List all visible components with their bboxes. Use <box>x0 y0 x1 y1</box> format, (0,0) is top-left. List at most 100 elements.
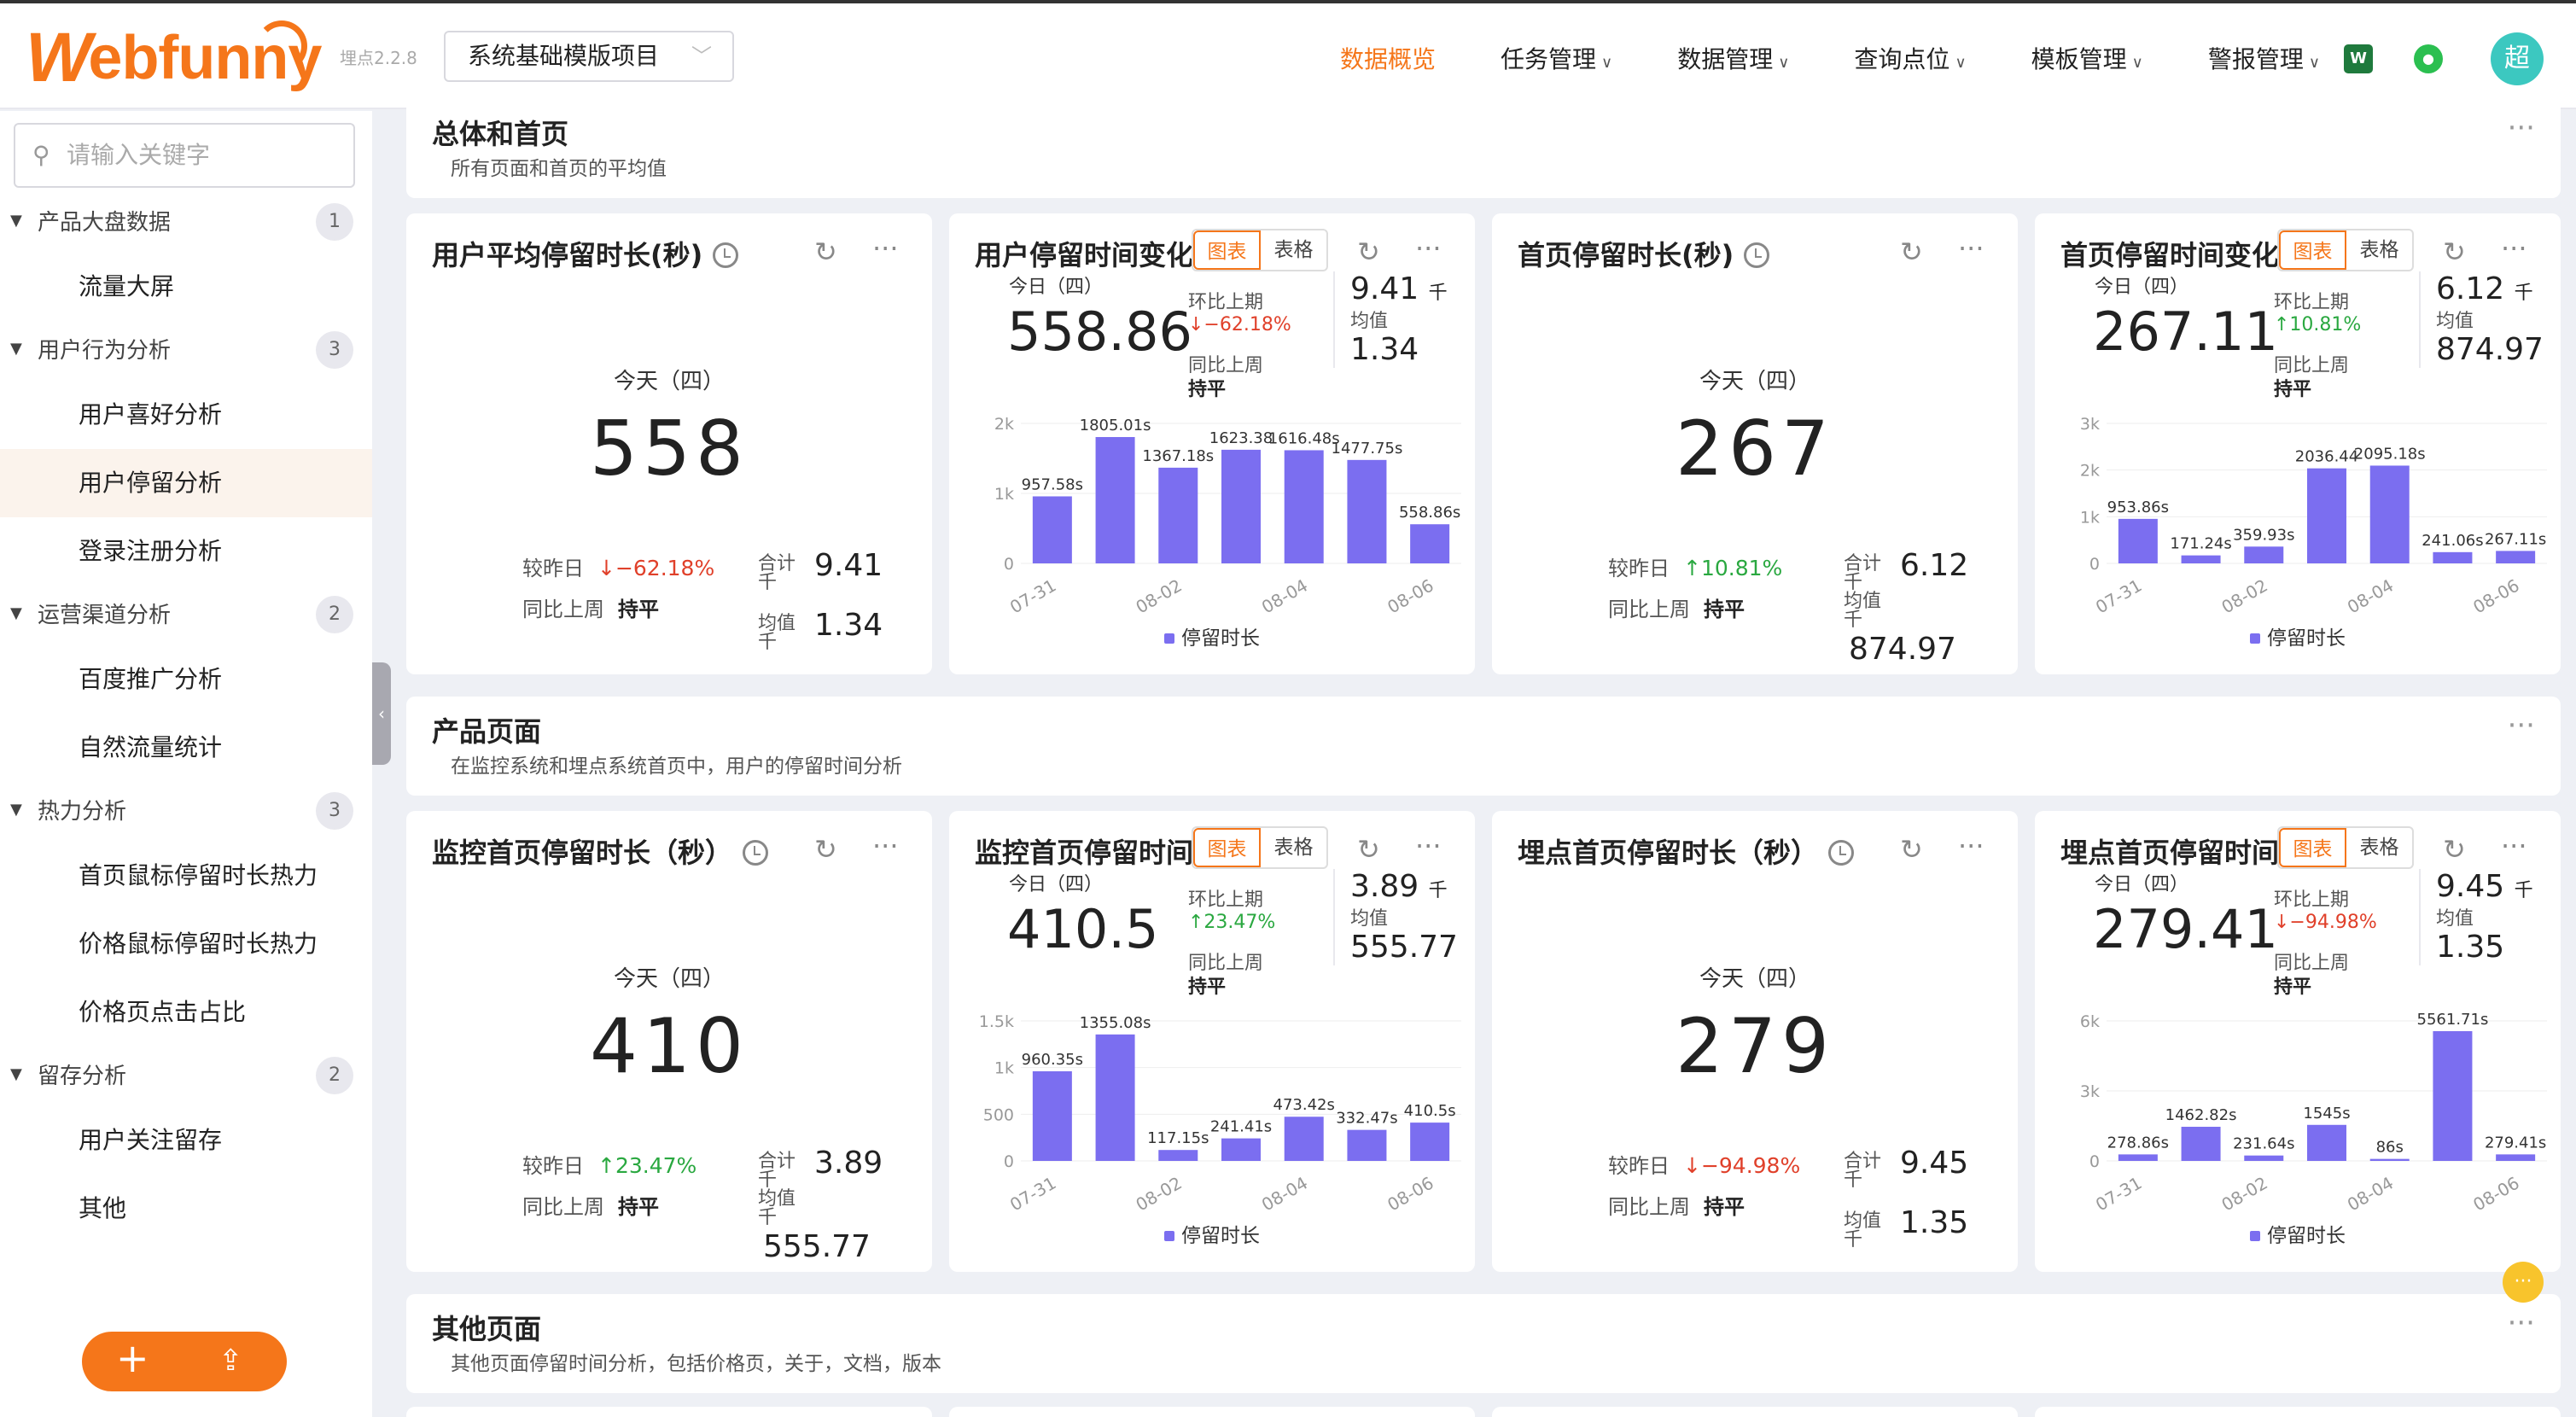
y-tick-label: 1k <box>2080 508 2100 527</box>
bar[interactable] <box>1410 1123 1450 1161</box>
bar[interactable] <box>1347 459 1387 563</box>
bar[interactable] <box>1095 1034 1135 1161</box>
caret-down-icon: ▼ <box>10 604 22 622</box>
sidebar-item[interactable]: 其他 <box>0 1175 372 1243</box>
wechat-icon[interactable]: ● <box>2414 44 2443 73</box>
bar[interactable] <box>2118 518 2158 563</box>
sidebar-group-2[interactable]: ▼ 运营渠道分析 2 <box>0 586 372 645</box>
card-title-text: 监控首页停留时长（秒） <box>432 837 733 869</box>
sidebar-item[interactable]: 用户喜好分析 <box>0 381 372 449</box>
more-icon[interactable]: ··· <box>872 830 899 862</box>
data-label: 241.41s <box>1210 1118 1272 1136</box>
bar[interactable] <box>1284 1117 1324 1161</box>
bar[interactable] <box>1410 524 1450 563</box>
data-label: 171.24s <box>2170 535 2231 553</box>
excel-icon[interactable]: W <box>2344 44 2373 73</box>
search-input[interactable]: ⚲ 请输入关键字 <box>14 123 355 188</box>
clock-icon[interactable] <box>743 840 769 866</box>
bar[interactable] <box>1095 436 1135 563</box>
sidebar-group-1[interactable]: ▼ 用户行为分析 3 <box>0 321 372 381</box>
bar[interactable] <box>2496 1154 2536 1161</box>
sidebar-collapse-handle[interactable]: ‹ <box>372 662 391 765</box>
bar[interactable] <box>1221 1138 1261 1161</box>
avatar[interactable]: 超 <box>2491 32 2544 85</box>
more-icon[interactable]: ··· <box>1958 232 1984 265</box>
bar[interactable] <box>2496 551 2536 563</box>
more-icon[interactable]: ··· <box>1958 830 1984 862</box>
sidebar-item[interactable]: 价格鼠标停留时长热力 <box>0 910 372 978</box>
add-icon[interactable]: + <box>116 1335 149 1381</box>
sidebar-item[interactable]: 用户停留分析 <box>0 449 372 517</box>
chart-legend[interactable]: 停留时长 <box>2035 621 2561 650</box>
more-icon[interactable]: ··· <box>2508 111 2535 145</box>
bar[interactable] <box>2118 1154 2158 1161</box>
export-icon[interactable]: ⇪ <box>219 1344 243 1378</box>
sum-label: 合计千 <box>1844 555 1895 592</box>
sidebar-group-4[interactable]: ▼ 留存分析 2 <box>0 1047 372 1106</box>
bar[interactable] <box>2181 1127 2221 1161</box>
kpi-value: 410 <box>590 1002 749 1090</box>
unit-text: 千 <box>1844 609 1863 631</box>
chart-legend[interactable]: 停留时长 <box>949 621 1475 650</box>
nav-item-label: 数据概览 <box>1340 45 1437 73</box>
vs-yesterday-value: ↑23.47% <box>597 1153 697 1178</box>
more-icon[interactable]: ··· <box>872 232 899 265</box>
bar[interactable] <box>1347 1129 1387 1161</box>
bar[interactable] <box>2181 555 2221 563</box>
chat-icon[interactable]: ··· <box>2503 1262 2544 1303</box>
sidebar-group-0[interactable]: ▼ 产品大盘数据 1 <box>0 193 372 253</box>
refresh-icon[interactable]: ↻ <box>1900 833 1923 866</box>
clock-icon[interactable] <box>1828 840 1855 866</box>
clock-icon[interactable] <box>1744 242 1770 268</box>
more-icon[interactable]: ··· <box>2508 708 2535 743</box>
y-tick-label: 0 <box>2089 555 2100 574</box>
more-icon[interactable]: ··· <box>2508 1306 2535 1340</box>
bar[interactable] <box>2244 1155 2284 1161</box>
chart-legend[interactable]: 停留时长 <box>949 1219 1475 1248</box>
refresh-icon[interactable]: ↻ <box>814 833 837 866</box>
bar[interactable] <box>1158 467 1198 563</box>
chart-legend[interactable]: 停留时长 <box>2035 1219 2561 1248</box>
bar[interactable] <box>1158 1150 1198 1161</box>
sidebar-item[interactable]: 价格页点击占比 <box>0 978 372 1047</box>
bar[interactable] <box>1221 449 1261 563</box>
clock-icon[interactable] <box>713 242 739 268</box>
sidebar-item[interactable]: 登录注册分析 <box>0 517 372 586</box>
sidebar-item[interactable]: 流量大屏 <box>0 253 372 321</box>
bar[interactable] <box>2433 1030 2473 1161</box>
sidebar-item[interactable]: 自然流量统计 <box>0 714 372 782</box>
vs-yesterday-value: ↑10.81% <box>1683 556 1783 580</box>
floating-action-button[interactable]: + ⇪ <box>82 1332 287 1391</box>
bar[interactable] <box>2369 465 2410 563</box>
data-label: 267.11s <box>2485 530 2546 548</box>
nav-item-3[interactable]: 查询点位 ∨ <box>1854 41 1966 75</box>
sidebar-group-count: 3 <box>316 331 353 369</box>
bar[interactable] <box>2307 468 2346 563</box>
sidebar-item[interactable]: 首页鼠标停留时长热力 <box>0 842 372 910</box>
bar[interactable] <box>1284 450 1324 563</box>
sidebar-item[interactable]: 百度推广分析 <box>0 645 372 714</box>
sidebar-item[interactable]: 用户关注留存 <box>0 1106 372 1175</box>
y-tick-label: 0 <box>2089 1152 2100 1171</box>
bar[interactable] <box>2369 1158 2410 1161</box>
nav-item-2[interactable]: 数据管理 ∨ <box>1677 41 1789 75</box>
nav-item-1[interactable]: 任务管理 ∨ <box>1501 41 1612 75</box>
bar[interactable] <box>2307 1124 2346 1161</box>
card-title-text: 埋点首页停留时长（秒） <box>1518 837 1819 869</box>
bar[interactable] <box>1032 1071 1072 1161</box>
refresh-icon[interactable]: ↻ <box>1900 236 1923 268</box>
bar[interactable] <box>1032 496 1072 563</box>
bar[interactable] <box>2244 546 2284 563</box>
nav-item-0[interactable]: 数据概览 <box>1340 41 1436 75</box>
nav-item-4[interactable]: 模板管理 ∨ <box>2031 41 2143 75</box>
bar[interactable] <box>2433 551 2473 563</box>
vs-yesterday-label: 较昨日 <box>1608 557 1670 580</box>
refresh-icon[interactable]: ↻ <box>814 236 837 268</box>
vs-last-week-value: 持平 <box>1704 598 1745 621</box>
nav-item-5[interactable]: 警报管理 ∨ <box>2208 41 2320 75</box>
kpi-vs-yesterday: 较昨日 ↑10.81% <box>1608 551 1782 581</box>
project-select[interactable]: 系统基础模版项目 ﹀ <box>444 31 734 82</box>
avg-value: 1.34 <box>814 608 883 643</box>
data-label: 1623.38 <box>1209 429 1273 447</box>
sidebar-group-3[interactable]: ▼ 热力分析 3 <box>0 782 372 842</box>
